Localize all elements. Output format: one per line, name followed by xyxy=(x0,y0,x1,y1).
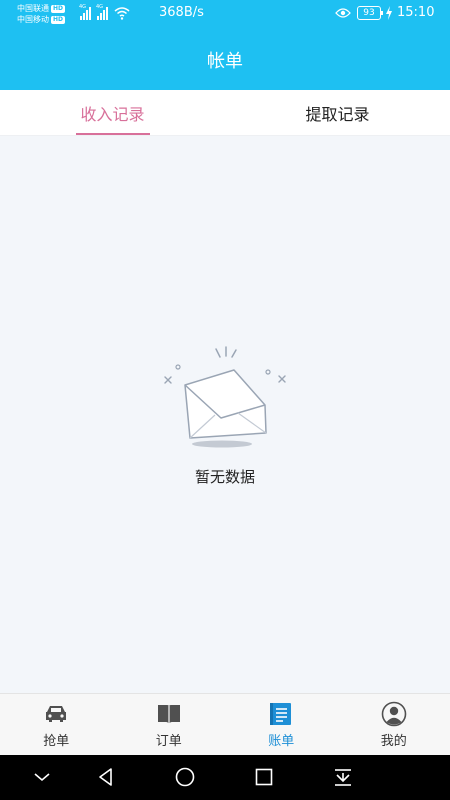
tab-income-records[interactable]: 收入记录 xyxy=(0,90,225,135)
header: 帐单 xyxy=(0,29,450,90)
empty-state-text: 暂无数据 xyxy=(194,468,255,486)
bill-icon xyxy=(270,702,292,725)
charging-icon xyxy=(386,6,392,20)
car-icon xyxy=(46,705,67,722)
status-bar: 中国联通 HD 中国移动 HD 4G 4G 368B/s 93 15:10 xyxy=(0,0,450,29)
signal-icon: 4G xyxy=(96,4,108,20)
signal-icon: 4G xyxy=(79,4,91,20)
home-icon[interactable] xyxy=(175,767,195,787)
nav-item-grab-order[interactable]: 抢单 xyxy=(0,694,113,755)
tab-withdraw-records[interactable]: 提取记录 xyxy=(225,90,450,135)
nav-label: 抢单 xyxy=(43,733,70,749)
nav-item-orders[interactable]: 订单 xyxy=(113,694,226,755)
clock: 15:10 xyxy=(397,5,435,20)
nav-label: 我的 xyxy=(380,733,407,749)
system-nav-bar xyxy=(0,755,450,800)
chevron-down-icon[interactable] xyxy=(32,767,52,787)
tab-label: 提取记录 xyxy=(305,104,370,124)
user-icon xyxy=(381,701,407,726)
nav-item-bills[interactable]: 账单 xyxy=(225,694,338,755)
notification-pull-down-icon[interactable] xyxy=(333,767,353,787)
recent-apps-icon[interactable] xyxy=(254,767,274,787)
hd-badge: HD xyxy=(51,4,66,13)
carrier-1: 中国联通 xyxy=(17,4,49,13)
battery-icon: 93 xyxy=(357,6,383,20)
back-icon[interactable] xyxy=(96,767,116,787)
page-title: 帐单 xyxy=(207,50,243,72)
nav-label: 订单 xyxy=(155,733,182,749)
net-speed: 368B/s xyxy=(159,5,204,20)
nav-label: 账单 xyxy=(268,733,295,749)
battery-level: 93 xyxy=(363,8,375,18)
nav-item-profile[interactable]: 我的 xyxy=(338,694,450,755)
bottom-nav: 抢单 订单 账单 我的 xyxy=(0,693,450,755)
book-icon xyxy=(157,704,180,724)
tab-label: 收入记录 xyxy=(80,104,145,124)
wifi-icon xyxy=(114,7,130,20)
carrier-2: 中国移动 xyxy=(17,15,49,24)
carrier-info: 中国联通 HD 中国移动 HD xyxy=(17,3,66,25)
hd-badge: HD xyxy=(51,15,66,24)
signal-indicators: 4G 4G xyxy=(79,4,130,20)
empty-envelope-icon xyxy=(164,346,286,448)
tab-bar: 收入记录 提取记录 xyxy=(0,90,450,136)
eye-icon xyxy=(335,8,351,18)
